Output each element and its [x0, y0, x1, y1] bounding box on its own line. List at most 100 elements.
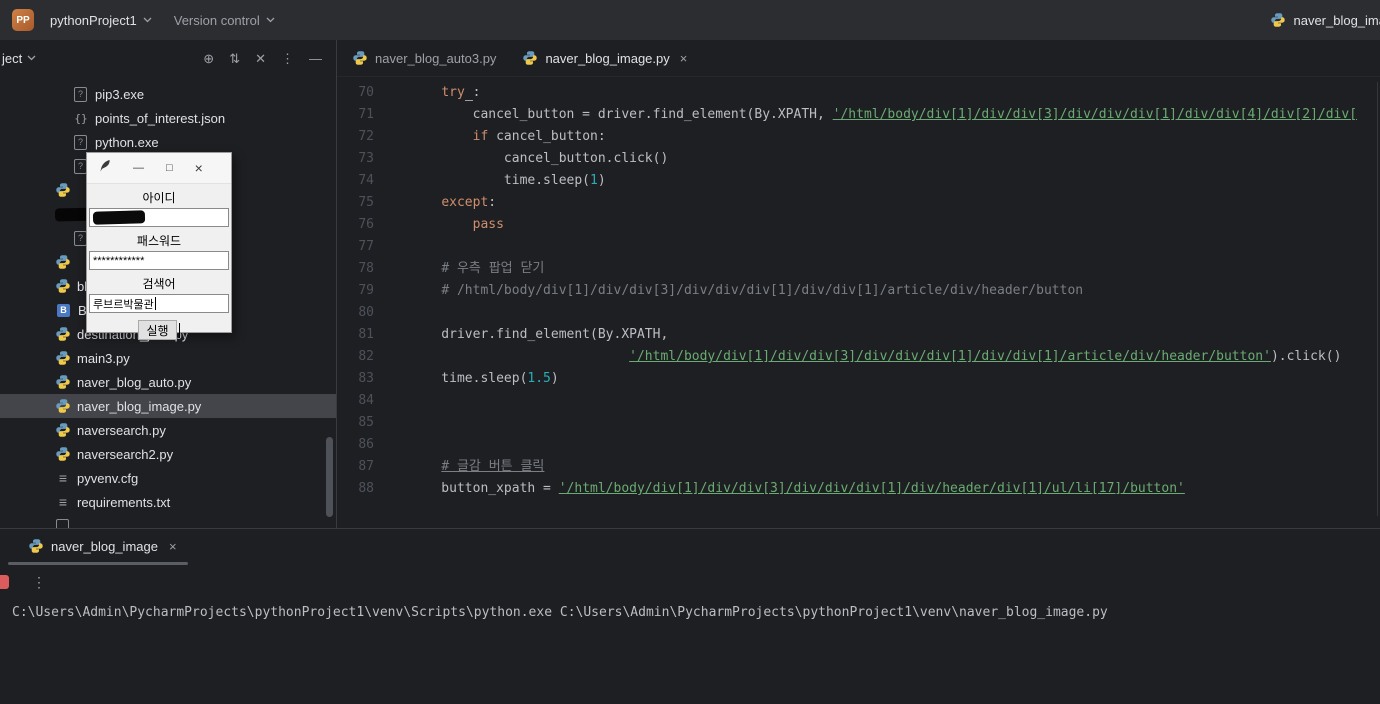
tree-item[interactable]: naver_blog_image.py [0, 394, 336, 418]
more-icon[interactable]: ⋮ [32, 574, 46, 591]
close-icon[interactable]: × [195, 160, 203, 176]
code-token: ).click() [1270, 349, 1342, 364]
tree-item[interactable]: ? python.exe [0, 130, 336, 154]
python-icon [28, 538, 44, 554]
tree-item[interactable]: main3.py [0, 346, 336, 370]
run-tab[interactable]: naver_blog_image × [0, 529, 1380, 563]
tree-scrollbar[interactable] [326, 437, 333, 517]
code-token: button_xpath = [410, 481, 559, 496]
code-token: if [472, 129, 489, 144]
editor-tab-label: naver_blog_auto3.py [375, 50, 497, 66]
line-number: 86 [358, 437, 374, 452]
code-token: cancel_button = driver.find_element(By.X… [410, 107, 833, 122]
python-icon [522, 50, 538, 66]
code-token: 1 [590, 173, 598, 188]
code-line[interactable]: 78 # 우측 팝업 닫기 [337, 258, 1380, 280]
code-token: driver.find_element(By.XPATH, [410, 327, 669, 342]
code-line[interactable]: 85 [337, 412, 1380, 434]
dialog-text-input[interactable] [89, 208, 229, 227]
chevron-down-icon [143, 17, 152, 23]
line-number: 73 [358, 151, 374, 166]
tree-item-label: pip3.exe [95, 86, 145, 102]
line-number: 79 [358, 283, 374, 298]
dialog-window-controls: — □ × [133, 160, 203, 176]
code-line[interactable]: 79 # /html/body/div[1]/div/div[3]/div/di… [337, 280, 1380, 302]
tree-item[interactable]: naversearch2.py [0, 442, 336, 466]
code-line[interactable]: 76 pass [337, 214, 1380, 236]
code-token [464, 85, 473, 101]
dialog-text-input[interactable]: 루브르박물관 [89, 294, 229, 313]
code-line[interactable]: 75 except: [337, 192, 1380, 214]
code-line[interactable]: 86 [337, 434, 1380, 456]
exe-file-icon: ? [74, 134, 87, 150]
dialog-text-input[interactable]: ************ [89, 251, 229, 270]
run-button[interactable]: 실행 [138, 320, 177, 340]
code-area[interactable]: 70 try :71 cancel_button = driver.find_e… [337, 77, 1380, 528]
tree-item-label: naver_blog_image.py [77, 398, 202, 414]
locate-file-icon[interactable]: ⊕ [203, 52, 214, 65]
code-line[interactable]: 81 driver.find_element(By.XPATH, [337, 324, 1380, 346]
tree-item[interactable]: naversearch.py [0, 418, 336, 442]
code-token: # 글감 버튼 클릭 [441, 459, 545, 474]
python-icon [55, 422, 71, 438]
expand-all-icon[interactable]: ⇅ [229, 52, 240, 65]
editor-tab[interactable]: naver_blog_auto3.py [339, 40, 509, 76]
stop-button[interactable] [0, 575, 9, 589]
run-config-selector[interactable]: naver_blog_ima [1270, 0, 1380, 40]
tree-item[interactable]: naver_blog_auto.py [0, 370, 336, 394]
text-file-icon: ≡ [58, 494, 68, 510]
project-panel-title[interactable]: ject [2, 51, 22, 66]
tree-item[interactable] [0, 514, 336, 528]
code-line[interactable]: 71 cancel_button = driver.find_element(B… [337, 104, 1380, 126]
tree-item[interactable]: ≡ pyvenv.cfg [0, 466, 336, 490]
python-icon [55, 254, 71, 270]
close-icon[interactable]: × [680, 51, 688, 66]
line-number: 84 [358, 393, 374, 408]
python-icon [55, 350, 71, 366]
close-icon[interactable]: × [169, 539, 177, 554]
code-line[interactable]: 74 time.sleep(1) [337, 170, 1380, 192]
tree-item-label: naversearch.py [77, 422, 166, 438]
maximize-icon[interactable]: □ [166, 162, 173, 174]
tree-item[interactable]: ? pip3.exe [0, 82, 336, 106]
code-line[interactable]: 88 button_xpath = '/html/body/div[1]/div… [337, 478, 1380, 500]
code-line[interactable]: 82 '/html/body/div[1]/div/div[3]/div/div… [337, 346, 1380, 368]
tree-item[interactable]: ≡ requirements.txt [0, 490, 336, 514]
code-line[interactable]: 80 [337, 302, 1380, 324]
editor-scrollbar-track[interactable] [1377, 82, 1378, 516]
app-logo[interactable]: PP [12, 9, 34, 31]
editor-tab-label: naver_blog_image.py [545, 50, 670, 66]
code-line[interactable]: 72 if cancel_button: [337, 126, 1380, 148]
tree-item[interactable]: {} points_of_interest.json [0, 106, 336, 130]
project-selector[interactable]: pythonProject1 [44, 9, 158, 32]
python-icon [55, 398, 71, 414]
login-dialog: — □ × 아이디 패스워드 ************ 검색어 루브르박물관 실행 [86, 152, 232, 340]
collapse-all-icon[interactable]: ✕ [255, 52, 266, 65]
minimize-icon[interactable]: — [133, 162, 144, 174]
dialog-field-label: 아이디 [142, 191, 176, 205]
tree-item-label: pyvenv.cfg [77, 470, 139, 486]
code-line[interactable]: 73 cancel_button.click() [337, 148, 1380, 170]
dialog-field-label: 패스워드 [136, 234, 182, 248]
code-token: except [441, 195, 489, 210]
line-number: 77 [358, 239, 374, 254]
hide-panel-icon[interactable]: — [309, 52, 322, 65]
line-number: 72 [358, 129, 374, 144]
editor-tab[interactable]: naver_blog_image.py × [509, 40, 701, 76]
code-line[interactable]: 87 # 글감 버튼 클릭 [337, 456, 1380, 478]
code-line[interactable]: 70 try : [337, 82, 1380, 104]
code-text: # /html/body/div[1]/div/div[3]/div/div/d… [410, 280, 1083, 302]
code-line[interactable]: 84 [337, 390, 1380, 412]
more-icon[interactable]: ⋮ [281, 52, 294, 65]
dialog-titlebar[interactable]: — □ × [87, 153, 231, 184]
file-icon [56, 518, 69, 528]
editor-panel: naver_blog_auto3.py naver_blog_image.py × … [337, 40, 1380, 528]
vcs-selector[interactable]: Version control [168, 9, 281, 32]
code-line[interactable]: 83 time.sleep(1.5) [337, 368, 1380, 390]
console-output[interactable]: C:\Users\Admin\PycharmProjects\pythonPro… [0, 597, 1380, 620]
code-line[interactable]: 77 [337, 236, 1380, 258]
python-icon [1270, 12, 1286, 28]
